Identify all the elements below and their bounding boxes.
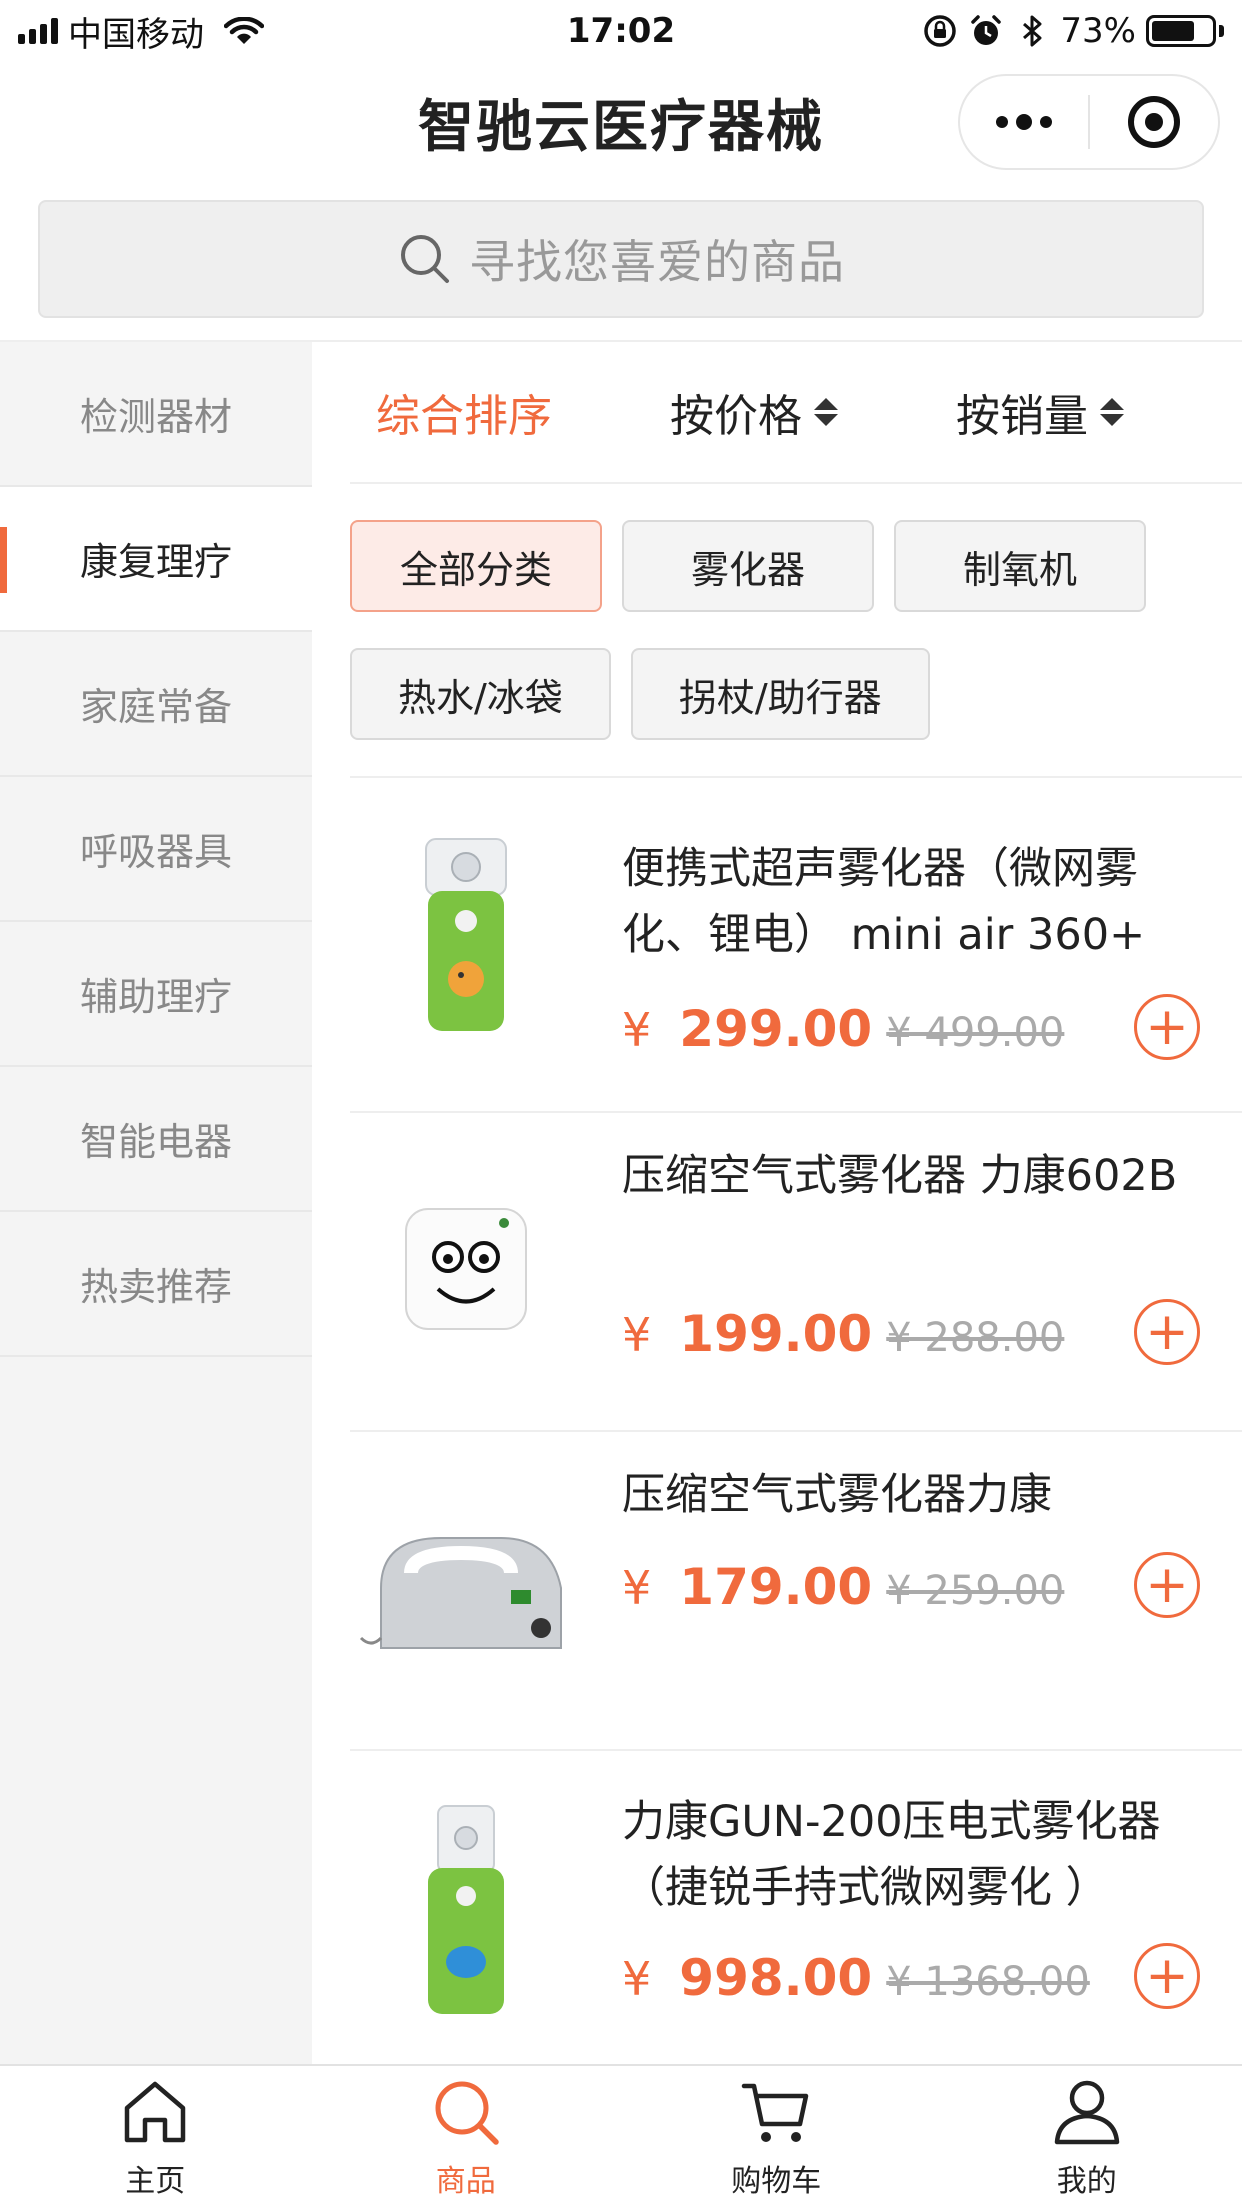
tab-label: 商品: [435, 2164, 496, 2199]
user-icon: [1054, 2080, 1119, 2145]
product-image: [350, 1153, 582, 1385]
more-dots-icon: [996, 114, 1052, 130]
sort-arrows-icon: [814, 398, 838, 426]
sidebar-item-active[interactable]: 康复理疗: [0, 487, 312, 632]
currency-symbol: ¥: [622, 1003, 652, 1057]
sort-label: 按价格: [670, 391, 802, 442]
product-image: [350, 1791, 582, 2023]
sidebar-item-label: 检测器材: [79, 395, 232, 439]
mini-program-capsule: [958, 74, 1220, 170]
nav-header: 智驰云医疗器械: [0, 62, 1242, 182]
search-icon: [435, 2081, 499, 2145]
rotation-lock-icon: [924, 15, 957, 47]
sort-bar: 综合排序 按价格 按销量: [350, 342, 1242, 484]
bluetooth-icon: [1023, 15, 1042, 47]
search-placeholder: 寻找您喜爱的商品: [469, 235, 845, 289]
wifi-icon: [224, 17, 264, 44]
sidebar-item-label: 家庭常备: [79, 685, 232, 729]
product-image: [350, 818, 582, 1050]
category-sidebar: 检测器材 康复理疗 家庭常备 呼吸器具 辅助理疗 智能电器 热卖推荐: [0, 342, 312, 2064]
product-image: [350, 1472, 582, 1704]
add-to-cart-button[interactable]: +: [1134, 1299, 1200, 1365]
tab-label: 主页: [125, 2164, 186, 2199]
price-row: ¥ 998.00 ¥ 1368.00: [622, 1949, 1090, 2007]
sidebar-item[interactable]: 家庭常备: [0, 632, 312, 777]
product-item[interactable]: 压缩空气式雾化器力康 ¥ 179.00 ¥ 259.00 +: [350, 1432, 1242, 1751]
sidebar-item[interactable]: 检测器材: [0, 342, 312, 487]
close-button[interactable]: [1090, 76, 1218, 168]
sort-by-sales[interactable]: 按销量: [956, 380, 1124, 444]
tab-mine[interactable]: 我的: [932, 2066, 1242, 2208]
more-button[interactable]: [960, 76, 1088, 168]
chip-crutch[interactable]: 拐杖/助行器: [630, 648, 930, 740]
sidebar-item[interactable]: 热卖推荐: [0, 1212, 312, 1357]
product-item[interactable]: 力康GUN-200压电式雾化器（捷锐手持式微网雾化 ） ¥ 998.00 ¥ 1…: [350, 1751, 1242, 2064]
price-row: ¥ 299.00 ¥ 499.00: [622, 1000, 1064, 1058]
product-name: 便携式超声雾化器（微网雾化、锂电） mini air 360+: [622, 844, 1146, 960]
sort-composite[interactable]: 综合排序: [376, 380, 552, 444]
alarm-icon: [971, 15, 1002, 45]
status-bar: 中国移动 17:02 73%: [0, 0, 1242, 62]
sidebar-item-label: 智能电器: [79, 1120, 232, 1164]
tab-cart[interactable]: 购物车: [621, 2066, 932, 2208]
product-item[interactable]: 压缩空气式雾化器 力康602B ¥ 199.00 ¥ 288.00 +: [350, 1113, 1242, 1432]
signal-icon: [18, 18, 58, 44]
home-icon: [125, 2081, 186, 2143]
sort-label: 综合排序: [376, 391, 552, 442]
currency-symbol: ¥: [622, 1561, 652, 1615]
product-name: 压缩空气式雾化器力康: [622, 1470, 1052, 1520]
sidebar-item[interactable]: 呼吸器具: [0, 777, 312, 922]
price-row: ¥ 199.00 ¥ 288.00: [622, 1305, 1064, 1363]
add-to-cart-button[interactable]: +: [1134, 1552, 1200, 1618]
sort-label: 按销量: [956, 391, 1088, 442]
price-row: ¥ 179.00 ¥ 259.00: [622, 1558, 1064, 1616]
sidebar-item-label: 康复理疗: [79, 540, 232, 584]
original-price: ¥ 499.00: [886, 1010, 1065, 1056]
sidebar-item-label: 辅助理疗: [79, 975, 232, 1019]
currency-symbol: ¥: [622, 1952, 652, 2006]
carrier-name: 中国移动: [68, 14, 204, 55]
cart-icon: [742, 2083, 809, 2142]
product-price: 299.00: [679, 1000, 873, 1058]
tab-home[interactable]: 主页: [0, 2066, 311, 2208]
product-panel: 综合排序 按价格 按销量 全部分类 雾化器 制氧机 热水/冰袋 拐杖/助行器 便…: [350, 342, 1242, 2064]
battery-percent: 73%: [1060, 11, 1136, 51]
tab-label: 购物车: [731, 2164, 822, 2199]
sort-arrows-icon: [1100, 398, 1124, 426]
original-price: ¥ 1368.00: [886, 1959, 1090, 2005]
product-price: 179.00: [679, 1558, 873, 1616]
battery-icon: [1146, 15, 1224, 47]
product-name: 力康GUN-200压电式雾化器（捷锐手持式微网雾化 ）: [622, 1797, 1161, 1913]
chip-all[interactable]: 全部分类: [350, 520, 602, 612]
search-icon: [401, 235, 449, 283]
add-to-cart-button[interactable]: +: [1134, 994, 1200, 1060]
target-icon: [1128, 96, 1180, 148]
search-input[interactable]: 寻找您喜爱的商品: [38, 200, 1204, 318]
original-price: ¥ 259.00: [886, 1568, 1065, 1614]
sidebar-item-label: 热卖推荐: [79, 1265, 232, 1309]
product-name: 压缩空气式雾化器 力康602B: [622, 1151, 1178, 1201]
bottom-tab-bar: 主页 商品 购物车 我的: [0, 2064, 1242, 2208]
product-item[interactable]: 便携式超声雾化器（微网雾化、锂电） mini air 360+ ¥ 299.00…: [350, 778, 1242, 1113]
chip-nebulizer[interactable]: 雾化器: [622, 520, 874, 612]
product-price: 998.00: [679, 1949, 873, 2007]
sidebar-item[interactable]: 辅助理疗: [0, 922, 312, 1067]
status-time: 17:02: [566, 11, 676, 51]
sidebar-item[interactable]: 智能电器: [0, 1067, 312, 1212]
product-price: 199.00: [679, 1305, 873, 1363]
currency-symbol: ¥: [622, 1308, 652, 1362]
subcategory-chips: 全部分类 雾化器 制氧机 热水/冰袋 拐杖/助行器: [350, 484, 1220, 740]
sidebar-item-label: 呼吸器具: [79, 830, 232, 874]
add-to-cart-button[interactable]: +: [1134, 1943, 1200, 2009]
tab-label: 我的: [1056, 2164, 1117, 2199]
chip-hot-cold-bag[interactable]: 热水/冰袋: [350, 648, 611, 740]
chip-oxygen[interactable]: 制氧机: [894, 520, 1146, 612]
sort-by-price[interactable]: 按价格: [670, 380, 838, 444]
tab-products[interactable]: 商品: [311, 2066, 622, 2208]
page-title: 智驰云医疗器械: [418, 94, 824, 160]
original-price: ¥ 288.00: [886, 1315, 1065, 1361]
